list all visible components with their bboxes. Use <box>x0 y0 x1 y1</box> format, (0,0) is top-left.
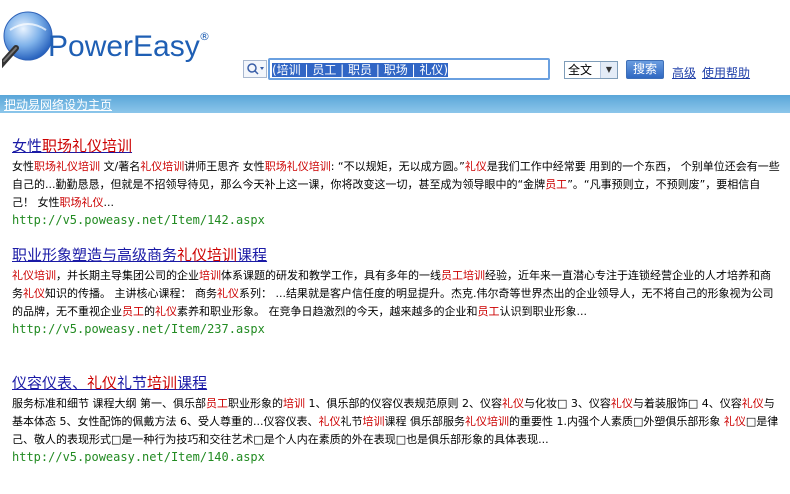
snippet-text: 的 <box>144 305 155 318</box>
result-url: http://v5.poweasy.net/Item/142.aspx <box>12 213 265 227</box>
snippet-highlight: 员工 <box>477 305 500 318</box>
snippet-highlight: 员工培训 <box>441 269 485 282</box>
magnifier-icon[interactable] <box>243 60 267 78</box>
result-item: 职业形象塑造与高级商务礼仪培训课程 礼仪培训，并长期主导集团公司的企业培训体系课… <box>12 245 780 337</box>
result-snippet: 服务标准和细节 课程大纲 第一、俱乐部员工职业形象的培训 1、俱乐部的仪容仪表规… <box>12 395 780 449</box>
result-url: http://v5.poweasy.net/Item/140.aspx <box>12 450 265 464</box>
snippet-text: 课程 俱乐部服务 <box>384 415 465 428</box>
scope-select[interactable]: 全文 ▼ <box>564 61 618 79</box>
title-highlight[interactable]: 职场礼仪培训 <box>42 137 132 155</box>
title-text[interactable]: 课程 <box>237 246 267 264</box>
snippet-highlight: 礼仪 <box>502 397 524 410</box>
set-homepage-link[interactable]: 把动易网络设为主页 <box>4 96 112 113</box>
scope-value[interactable]: 全文 <box>568 63 592 77</box>
snippet-highlight: 员工 <box>545 178 568 191</box>
search-button[interactable]: 搜索 <box>626 60 664 79</box>
snippet-highlight: 培训 <box>283 397 305 410</box>
snippet-text: 知识的传播。 主讲核心课程： 商务 <box>45 287 217 300</box>
snippet-text: 素养和职业形象。 在竞争日趋激烈的今天，越来越多的企业和 <box>177 305 478 318</box>
search-input[interactable]: (培训 | 员工 | 职员 | 职场 | 礼仪) <box>268 58 550 80</box>
snippet-highlight: 员工 <box>206 397 228 410</box>
snippet-highlight: 礼仪培训 <box>464 415 509 428</box>
brand-name: PowerEasy <box>48 30 200 63</box>
snippet-highlight: 礼仪 <box>723 415 746 428</box>
snippet-highlight: 礼仪 <box>464 160 487 173</box>
result-title-link[interactable]: 女性职场礼仪培训 <box>12 136 780 156</box>
snippet-highlight: 礼仪 <box>155 305 177 318</box>
title-text[interactable]: 女性 <box>12 137 42 155</box>
nav-bar: 把动易网络设为主页 <box>0 95 790 113</box>
title-highlight[interactable]: 礼仪培训 <box>177 246 237 264</box>
result-snippet: 礼仪培训，并长期主导集团公司的企业培训体系课题的研发和教学工作，具有多年的一线员… <box>12 267 780 321</box>
snippet-highlight: 职场礼仪培训 <box>34 160 100 173</box>
snippet-text: 与着装服饰□ 4、仪容 <box>632 397 742 410</box>
title-text[interactable]: 课程 <box>177 374 207 392</box>
snippet-highlight: 礼仪 <box>23 287 45 300</box>
snippet-highlight: 礼仪 <box>318 415 341 428</box>
snippet-text: : “不以规矩，无以成方圆。” <box>330 160 465 173</box>
snippet-text: 职业形象的 <box>228 397 283 410</box>
advanced-search-link[interactable]: 高级 <box>672 64 696 81</box>
snippet-text: ... <box>103 196 115 209</box>
title-highlight[interactable]: 礼仪 <box>87 374 117 392</box>
snippet-highlight: 培训 <box>362 415 385 428</box>
snippet-text: 体系课题的研发和教学工作，具有多年的一线 <box>221 269 441 282</box>
snippet-highlight: 礼仪培训 <box>140 160 185 173</box>
result-title-link[interactable]: 职业形象塑造与高级商务礼仪培训课程 <box>12 245 780 265</box>
snippet-highlight: 培训 <box>199 269 221 282</box>
snippet-text: 文/著名 <box>100 160 141 173</box>
result-snippet: 女性职场礼仪培训 文/著名礼仪培训讲师王思齐 女性职场礼仪培训: “不以规矩，无… <box>12 158 780 212</box>
search-query[interactable]: (培训 | 员工 | 职员 | 职场 | 礼仪) <box>272 63 449 77</box>
snippet-text: 讲师王思齐 女性 <box>184 160 265 173</box>
title-text[interactable]: 礼节 <box>117 374 147 392</box>
snippet-highlight: 职场礼仪 <box>59 196 104 209</box>
snippet-highlight: 礼仪 <box>741 397 764 410</box>
result-item: 女性职场礼仪培训 女性职场礼仪培训 文/著名礼仪培训讲师王思齐 女性职场礼仪培训… <box>12 136 780 228</box>
snippet-text: 女性 <box>12 160 34 173</box>
snippet-text: 1、俱乐部的仪容仪表规范原则 2、仪容 <box>305 397 502 410</box>
snippet-highlight: 礼仪培训 <box>12 269 56 282</box>
snippet-highlight: 礼仪 <box>610 397 633 410</box>
registered-mark: ® <box>199 30 210 43</box>
snippet-text: 礼节 <box>340 415 363 428</box>
title-highlight[interactable]: 培训 <box>147 374 177 392</box>
snippet-text: 服务标准和细节 课程大纲 第一、俱乐部 <box>12 397 206 410</box>
title-text[interactable]: 仪容仪表、 <box>12 374 87 392</box>
snippet-highlight: 礼仪 <box>217 287 239 300</box>
title-text[interactable]: 职业形象塑造与高级商务 <box>12 246 177 264</box>
help-link[interactable]: 使用帮助 <box>702 64 750 81</box>
snippet-text: 认识到职业形象... <box>499 305 588 318</box>
header: PowerEasy ® (培训 | 员工 | 职员 | 职场 | 礼仪) 全文 … <box>0 0 790 95</box>
chevron-down-icon[interactable]: ▼ <box>600 62 617 78</box>
snippet-highlight: 职场礼仪培训 <box>264 160 331 173</box>
snippet-text: ，并长期主导集团公司的企业 <box>56 269 199 282</box>
result-item: 仪容仪表、礼仪礼节培训课程 服务标准和细节 课程大纲 第一、俱乐部员工职业形象的… <box>12 373 780 465</box>
result-url: http://v5.poweasy.net/Item/237.aspx <box>12 322 265 336</box>
snippet-text: 与化妆□ 3、仪容 <box>524 397 611 410</box>
snippet-text: 的重要性 1.内强个人素质□外塑俱乐部形象 <box>508 415 724 428</box>
snippet-highlight: 员工 <box>122 305 144 318</box>
result-title-link[interactable]: 仪容仪表、礼仪礼节培训课程 <box>12 373 780 393</box>
